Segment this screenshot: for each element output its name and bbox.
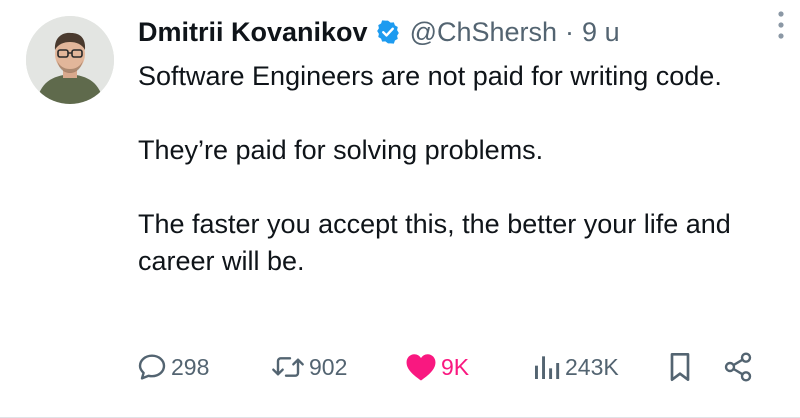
views-button[interactable]: 243K xyxy=(532,350,619,384)
bookmark-icon xyxy=(666,351,694,383)
avatar[interactable] xyxy=(26,16,114,104)
tweet-header: Dmitrii Kovanikov @ChShersh · 9 u xyxy=(138,12,778,52)
tweet-content: Dmitrii Kovanikov @ChShersh · 9 u Softwa… xyxy=(138,12,778,280)
share-button[interactable] xyxy=(722,350,754,384)
reply-count: 298 xyxy=(171,353,210,380)
avatar-image xyxy=(26,16,114,104)
author-name[interactable]: Dmitrii Kovanikov xyxy=(138,17,368,48)
tweet-paragraph: The faster you accept this, the better y… xyxy=(138,209,731,276)
views-icon xyxy=(532,351,562,383)
bookmark-button[interactable] xyxy=(666,350,694,384)
retweet-button[interactable]: 902 xyxy=(270,350,347,384)
tweet-actions: 298 902 9K 243K xyxy=(136,342,776,390)
more-options-icon[interactable] xyxy=(776,8,786,42)
retweet-icon xyxy=(270,351,306,383)
tweet: Dmitrii Kovanikov @ChShersh · 9 u Softwa… xyxy=(0,0,800,418)
tweet-paragraph: They’re paid for solving problems. xyxy=(138,135,544,165)
tweet-text: Software Engineers are not paid for writ… xyxy=(138,58,778,280)
views-count: 243K xyxy=(565,353,619,380)
verified-badge-icon xyxy=(375,19,401,45)
reply-button[interactable]: 298 xyxy=(136,350,209,384)
like-button[interactable]: 9K xyxy=(404,350,469,384)
retweet-count: 902 xyxy=(309,353,348,380)
author-handle[interactable]: @ChShersh xyxy=(410,17,557,48)
heart-icon xyxy=(404,351,438,383)
reply-icon xyxy=(136,351,168,383)
tweet-paragraph: Software Engineers are not paid for writ… xyxy=(138,61,722,91)
share-icon xyxy=(722,351,754,383)
header-separator: · xyxy=(565,16,575,47)
tweet-time[interactable]: 9 u xyxy=(582,17,620,48)
like-count: 9K xyxy=(441,353,470,380)
